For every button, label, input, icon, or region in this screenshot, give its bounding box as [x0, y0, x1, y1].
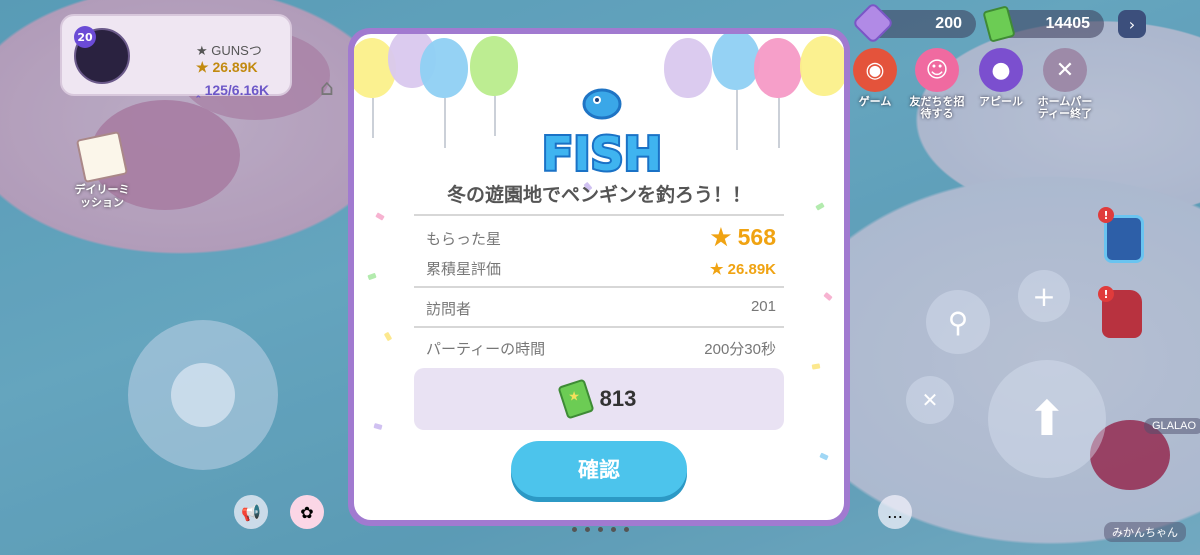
- total-rating-label: 累積星評価: [426, 260, 502, 278]
- fish-logo-text: FISH: [542, 127, 662, 181]
- gem-count: 200: [935, 15, 962, 32]
- star-icon: ★: [710, 224, 732, 250]
- footprint-icon: ꞈ: [196, 82, 201, 98]
- page-dot: [611, 527, 616, 532]
- megaphone-icon[interactable]: 📢: [234, 495, 268, 529]
- party-result-dialog: FISH 冬の遊園地でペンギンを釣ろう！！ もらった星 ★ 568 累積星評価 …: [348, 28, 850, 526]
- player-name: ★ GUNSつ: [196, 43, 262, 58]
- balloon-decoration: [800, 36, 844, 96]
- mission-paper-icon: [75, 130, 129, 184]
- player-followers-value: 125/6.16K: [204, 82, 270, 98]
- received-stars-value: ★ 568: [711, 224, 776, 251]
- joystick-knob[interactable]: [171, 363, 235, 427]
- plus-icon[interactable]: +: [1018, 270, 1070, 322]
- daily-mission-button[interactable]: デイリーミッション: [72, 130, 132, 209]
- received-stars-label: もらった星: [426, 230, 502, 248]
- total-rating-number: 26.89K: [727, 261, 776, 278]
- party-time-label: パーティーの時間: [426, 340, 546, 358]
- page-indicator: [572, 527, 629, 532]
- divider: [414, 326, 784, 328]
- balloon-decoration: [754, 38, 802, 98]
- page-dot: [585, 527, 590, 532]
- divider: [414, 286, 784, 288]
- confetti: [373, 423, 383, 430]
- balloons-icon: ●: [979, 48, 1023, 92]
- player-stars-value: 26.89K: [212, 59, 258, 75]
- more-icon[interactable]: …: [878, 495, 912, 529]
- balloon-decoration: [712, 34, 760, 90]
- player-nametag: GLALAO: [1144, 418, 1200, 434]
- confetti: [823, 292, 833, 301]
- divider: [414, 214, 784, 216]
- party-time-value: 200分30秒: [704, 341, 776, 358]
- cash-counter[interactable]: 14405: [982, 5, 1104, 43]
- reward-value: 813: [599, 386, 637, 411]
- balloon-decoration: [420, 38, 468, 98]
- phone-icon[interactable]: [1104, 215, 1144, 263]
- action-end-party[interactable]: ✕ ホームパーティー終了: [1034, 48, 1096, 120]
- visitors-label: 訪問者: [426, 300, 472, 318]
- jump-arrow-icon[interactable]: ⬆: [988, 360, 1106, 478]
- level-badge: 20: [74, 26, 96, 48]
- page-dot: [624, 527, 629, 532]
- alert-icon: !: [1098, 207, 1114, 223]
- action-label: アピール: [979, 95, 1023, 108]
- balloon-string: [444, 98, 446, 148]
- home-icon[interactable]: ⌂: [320, 76, 334, 101]
- confetti: [375, 212, 385, 221]
- smile-icon: ☺: [915, 48, 959, 92]
- balloon-string: [778, 98, 780, 148]
- cash-icon: [557, 378, 595, 420]
- confirm-button[interactable]: 確認: [511, 441, 687, 497]
- daily-mission-label: デイリーミッション: [74, 183, 130, 209]
- visitors-value: 201: [750, 298, 776, 315]
- reward-box: 813: [414, 368, 784, 430]
- page-dot: [572, 527, 577, 532]
- action-label: ホームパーティー終了: [1037, 95, 1093, 120]
- player-stars: ★ 26.89K: [196, 59, 258, 76]
- confetti: [367, 272, 377, 281]
- star-icon: ★: [196, 59, 209, 75]
- chevron-right-icon[interactable]: ›: [1118, 10, 1146, 38]
- gamepad-icon: ◉: [853, 48, 897, 92]
- party-title: 冬の遊園地でペンギンを釣ろう！！: [446, 184, 751, 206]
- action-game[interactable]: ◉ ゲーム: [844, 48, 906, 108]
- paw-icon[interactable]: ✿: [290, 495, 324, 529]
- player-profile-card[interactable]: 20 ★ GUNSつ ★ 26.89K ꞈ 125/6.16K ⌂: [60, 14, 334, 101]
- action-label: 友だちを招待する: [909, 95, 965, 120]
- fishing-rod-icon[interactable]: ⚲: [926, 290, 990, 354]
- confetti: [383, 331, 393, 342]
- dialog-body: FISH 冬の遊園地でペンギンを釣ろう！！ もらった星 ★ 568 累積星評価 …: [354, 34, 844, 520]
- fish-logo: FISH: [540, 88, 664, 182]
- confetti: [819, 452, 829, 461]
- total-rating-value: ★ 26.89K: [710, 260, 776, 278]
- action-label: ゲーム: [858, 95, 892, 108]
- gem-counter[interactable]: 200: [851, 1, 976, 45]
- balloon-string: [372, 98, 374, 138]
- party-hat-icon: ✕: [1043, 48, 1087, 92]
- movement-joystick[interactable]: [128, 320, 278, 470]
- cash-count: 14405: [1045, 15, 1091, 32]
- balloon-string: [494, 96, 496, 136]
- confetti: [811, 363, 821, 370]
- balloon-decoration: [470, 36, 518, 96]
- page-dot: [598, 527, 603, 532]
- cancel-icon[interactable]: ✕: [906, 376, 954, 424]
- action-appeal[interactable]: ● アピール: [970, 48, 1032, 108]
- alert-icon: !: [1098, 286, 1114, 302]
- received-stars-number: 568: [737, 224, 776, 250]
- player-nametag: みかんちゃん: [1104, 522, 1186, 542]
- action-invite-friends[interactable]: ☺ 友だちを招待する: [906, 48, 968, 120]
- player-name-text: GUNSつ: [211, 43, 262, 58]
- player-followers: ꞈ 125/6.16K: [196, 82, 269, 98]
- balloon-string: [736, 90, 738, 150]
- star-icon: ★: [710, 261, 724, 278]
